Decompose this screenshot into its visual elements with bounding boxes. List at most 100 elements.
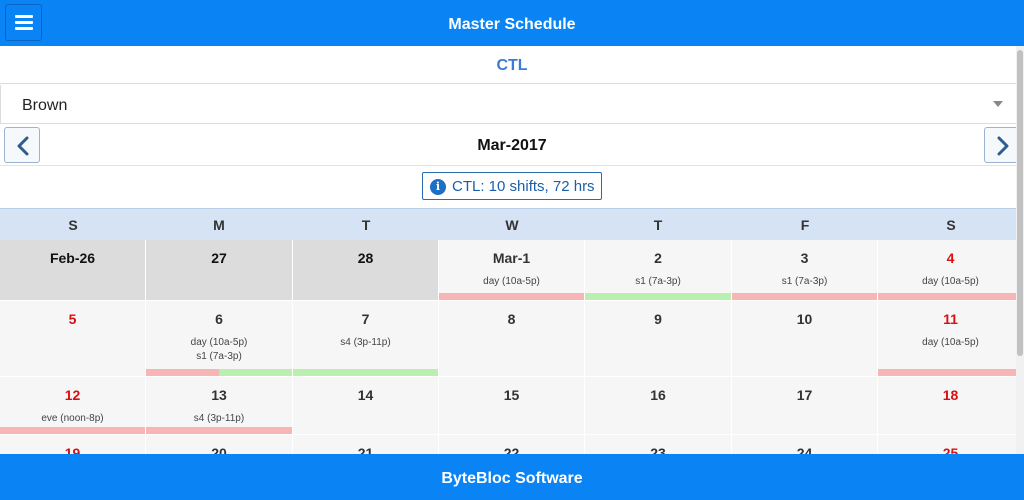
day-number: 5 [68,311,77,327]
person-select-value: Brown [22,97,68,114]
calendar-day-cell[interactable]: 5 [0,301,145,376]
top-app-bar: Master Schedule [0,0,1024,46]
calendar-day-cell[interactable]: 4 day (10a-5p) [878,240,1023,300]
calendar-day-cell[interactable]: 3 s1 (7a-3p) [732,240,877,300]
calendar-day-cell[interactable]: 21 [293,435,438,454]
day-number: 6 [215,311,223,327]
day-number: 12 [64,387,81,403]
calendar-day-cell[interactable]: 19 [0,435,145,454]
shift-entry[interactable]: s1 (7a-3p) [585,275,731,289]
shift-color-bar [878,369,1023,376]
section-title: CTL [0,46,1024,84]
app-title: Master Schedule [448,16,576,33]
calendar-day-cell[interactable]: 14 [293,377,438,434]
shift-entry[interactable]: s4 (3p-11p) [146,412,292,426]
footer-bar: ByteBloc Software [0,454,1024,500]
calendar-day-cell[interactable]: 27 [146,240,292,300]
shift-color-bar [146,369,219,376]
weekday-header: W [505,217,519,233]
calendar-day-cell[interactable]: 11 day (10a-5p) [878,301,1023,376]
calendar-day-cell[interactable]: 7 s4 (3p-11p) [293,301,438,376]
shift-entry[interactable]: day (10a-5p) [878,275,1023,289]
shift-color-bar [0,427,145,434]
day-number: Mar-1 [492,250,531,266]
day-number: 15 [503,387,520,403]
day-number: 17 [796,387,813,403]
calendar-day-cell[interactable]: Mar-1 day (10a-5p) [439,240,584,300]
day-number: 25 [942,445,959,454]
shift-color-bar [878,293,1023,300]
next-month-button[interactable] [984,127,1020,163]
day-number: 4 [946,250,955,266]
calendar-day-cell[interactable]: 22 [439,435,584,454]
calendar-day-cell[interactable]: 8 [439,301,584,376]
calendar-week-row: 19 20 21 22 23 24 25 [0,435,1024,454]
shift-entry[interactable]: s1 (7a-3p) [732,275,877,289]
shift-entry[interactable]: day (10a-5p) [146,336,292,350]
calendar-day-cell[interactable]: 15 [439,377,584,434]
scrollbar-thumb[interactable] [1017,50,1023,356]
calendar-day-cell[interactable]: 10 [732,301,877,376]
calendar-week-row: 5 6 day (10a-5p) s1 (7a-3p) 7 s4 (3p-11p) 8 9 10… [0,301,1024,376]
calendar-day-cell[interactable]: 6 day (10a-5p) s1 (7a-3p) [146,301,292,376]
day-number: 7 [361,311,370,327]
calendar-day-cell[interactable]: 20 [146,435,292,454]
day-number: 22 [503,445,520,454]
calendar-day-cell[interactable]: 25 [878,435,1023,454]
month-navigation: Mar-2017 [0,125,1024,166]
shift-entry[interactable]: day (10a-5p) [878,336,1023,350]
day-number: 27 [211,250,227,266]
calendar-day-cell[interactable]: Feb-26 [0,240,145,300]
day-number: 14 [357,387,374,403]
calendar-day-cell[interactable]: 18 [878,377,1023,434]
shift-summary-text: CTL: 10 shifts, 72 hrs [452,178,595,195]
day-number: 19 [64,445,81,454]
day-number: 8 [507,311,516,327]
calendar-day-cell[interactable]: 28 [293,240,438,300]
month-label: Mar-2017 [477,137,547,154]
day-number: 18 [942,387,959,403]
shift-entry[interactable]: day (10a-5p) [439,275,584,289]
scrollbar-track[interactable] [1016,46,1024,454]
day-number: 11 [943,311,958,327]
calendar-week-row: Feb-26 27 28 Mar-1 day (10a-5p) 2 s1 (7a-3p) 3 s… [0,240,1024,300]
weekday-header: S [68,217,78,233]
day-number: Feb-26 [49,250,96,266]
day-number: 21 [357,445,374,454]
shift-entry[interactable]: eve (noon-8p) [0,412,145,426]
shift-summary-badge[interactable]: i CTL: 10 shifts, 72 hrs [422,172,602,200]
day-number: 23 [650,445,666,454]
day-number: 13 [211,387,227,403]
person-select[interactable]: Brown [0,85,1022,124]
chevron-right-icon [997,136,1009,156]
weekday-header: T [653,217,663,233]
shift-color-bar [732,293,877,300]
calendar-day-cell[interactable]: 17 [732,377,877,434]
weekday-header: T [361,217,371,233]
day-number: 24 [796,445,813,454]
calendar-day-cell[interactable]: 13 s4 (3p-11p) [146,377,292,434]
weekday-header: F [800,217,810,233]
day-number: 3 [800,250,809,266]
day-number: 9 [654,311,662,327]
calendar-day-cell[interactable]: 24 [732,435,877,454]
shift-color-bar [219,369,292,376]
calendar-day-cell[interactable]: 2 s1 (7a-3p) [585,240,731,300]
info-icon: i [430,179,446,195]
day-number: 10 [796,311,813,327]
calendar-day-cell[interactable]: 12 eve (noon-8p) [0,377,145,434]
footer-text: ByteBloc Software [441,470,583,487]
weekday-header: S [946,217,956,233]
schedule-scroll-area[interactable]: CTL Brown Mar-2017 i CTL: 10 shifts, 72 … [0,46,1024,454]
shift-entry[interactable]: s4 (3p-11p) [293,336,438,350]
calendar-day-cell[interactable]: 9 [585,301,731,376]
chevron-down-icon [993,101,1003,107]
calendar-day-cell[interactable]: 23 [585,435,731,454]
calendar-day-cell[interactable]: 16 [585,377,731,434]
day-number: 16 [650,387,666,403]
shift-color-bar [146,427,292,434]
shift-entry[interactable]: s1 (7a-3p) [146,350,292,364]
day-number: 2 [654,250,662,266]
calendar-weekday-header: SMTWTFS [0,208,1024,240]
day-number: 28 [357,250,374,266]
